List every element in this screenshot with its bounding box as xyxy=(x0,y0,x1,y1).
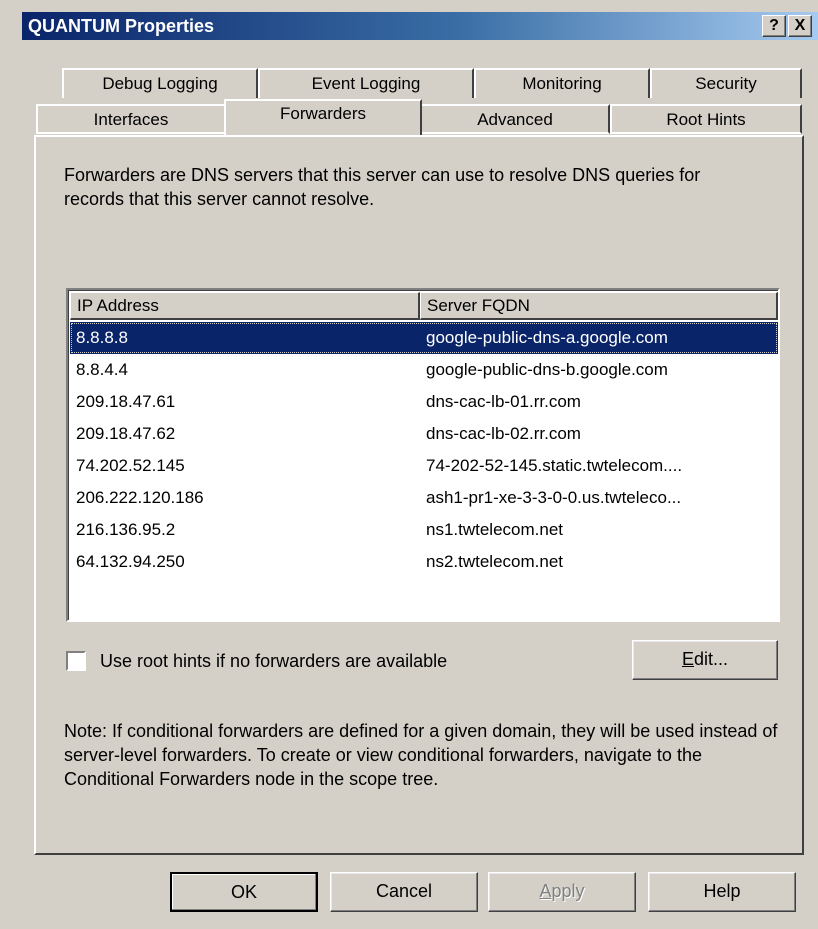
intro-text: Forwarders are DNS servers that this ser… xyxy=(64,165,701,209)
fqdn-cell: dns-cac-lb-01.rr.com xyxy=(426,392,581,411)
fqdn-cell: ns2.twtelecom.net xyxy=(426,552,564,571)
ip-cell: 74.202.52.145 xyxy=(76,456,185,475)
ip-cell: 64.132.94.250 xyxy=(76,552,185,571)
list-row[interactable]: 216.136.95.2 ns1.twtelecom.net xyxy=(70,514,778,546)
fqdn-cell: google-public-dns-b.google.com xyxy=(426,360,668,379)
edit-accel: E xyxy=(681,649,694,669)
tab-debug-logging[interactable]: Debug Logging xyxy=(62,68,258,98)
title-bar[interactable]: QUANTUM Properties ? X xyxy=(22,12,818,40)
fqdn-cell: google-public-dns-a.google.com xyxy=(426,328,668,347)
help-button[interactable]: Help xyxy=(648,872,796,912)
fqdn-cell: ash1-pr1-xe-3-3-0-0.us.twteleco... xyxy=(426,488,682,507)
list-row[interactable]: 209.18.47.62 dns-cac-lb-02.rr.com xyxy=(70,418,778,450)
list-row[interactable]: 206.222.120.186 ash1-pr1-xe-3-3-0-0.us.t… xyxy=(70,482,778,514)
cancel-button[interactable]: Cancel xyxy=(330,872,478,912)
column-header-ip-address[interactable]: IP Address xyxy=(70,292,420,320)
edit-button[interactable]: Edit... xyxy=(632,640,778,680)
list-row[interactable]: 209.18.47.61 dns-cac-lb-01.rr.com xyxy=(70,386,778,418)
list-row[interactable]: 64.132.94.250 ns2.twtelecom.net xyxy=(70,546,778,578)
list-row[interactable]: 74.202.52.145 74-202-52-145.static.twtel… xyxy=(70,450,778,482)
tab-security[interactable]: Security xyxy=(650,68,802,98)
root-hints-checkbox[interactable] xyxy=(66,651,86,671)
apply-accel: A xyxy=(539,881,552,901)
fqdn-cell: dns-cac-lb-02.rr.com xyxy=(426,424,581,443)
fqdn-cell: ns1.twtelecom.net xyxy=(426,520,564,539)
fqdn-cell: 74-202-52-145.static.twtelecom.... xyxy=(426,456,683,475)
tab-advanced[interactable]: Advanced xyxy=(420,104,610,134)
edit-label-rest: dit... xyxy=(694,649,729,669)
note-text: Note: If conditional forwarders are defi… xyxy=(64,721,778,789)
root-hints-label[interactable]: Use root hints if no forwarders are avai… xyxy=(100,649,447,673)
ip-cell: 209.18.47.62 xyxy=(76,424,176,443)
tab-monitoring[interactable]: Monitoring xyxy=(474,68,650,98)
ip-cell: 216.136.95.2 xyxy=(76,520,176,539)
ip-cell: 209.18.47.61 xyxy=(76,392,176,411)
tab-root-hints[interactable]: Root Hints xyxy=(610,104,802,134)
apply-label-rest: pply xyxy=(551,881,585,901)
apply-button[interactable]: Apply xyxy=(488,872,636,912)
properties-window: QUANTUM Properties ? X Debug Logging Eve… xyxy=(0,0,818,929)
help-icon[interactable]: ? xyxy=(762,15,786,37)
tab-interfaces[interactable]: Interfaces xyxy=(36,104,226,134)
list-row[interactable]: 8.8.4.4 google-public-dns-b.google.com xyxy=(70,354,778,386)
close-icon[interactable]: X xyxy=(788,15,812,37)
list-row[interactable]: 8.8.8.8 google-public-dns-a.google.com xyxy=(70,322,778,354)
tab-event-logging[interactable]: Event Logging xyxy=(258,68,474,98)
tab-forwarders[interactable]: Forwarders xyxy=(224,99,422,135)
ip-cell: 8.8.4.4 xyxy=(76,360,128,379)
ip-cell: 206.222.120.186 xyxy=(76,488,204,507)
ok-button[interactable]: OK xyxy=(170,872,318,912)
forwarders-panel: Forwarders are DNS servers that this ser… xyxy=(34,135,804,855)
window-title: QUANTUM Properties xyxy=(28,16,215,36)
forwarders-list[interactable]: IP Address Server FQDN 8.8.8.8 google-pu… xyxy=(66,288,780,622)
list-rows: 8.8.8.8 google-public-dns-a.google.com 8… xyxy=(70,322,778,578)
list-header: IP Address Server FQDN xyxy=(70,292,778,320)
ip-cell: 8.8.8.8 xyxy=(76,328,128,347)
column-header-server-fqdn[interactable]: Server FQDN xyxy=(420,292,778,320)
